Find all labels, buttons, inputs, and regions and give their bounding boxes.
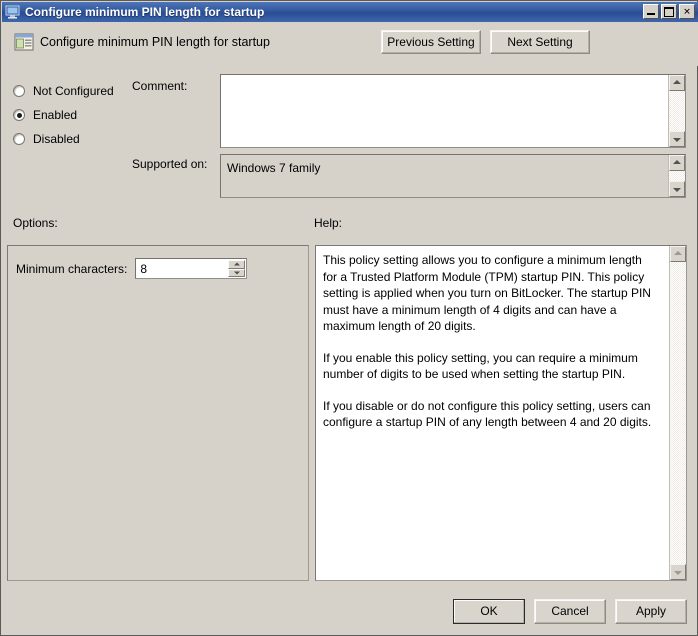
supported-on-scrollbar[interactable] [668, 155, 685, 197]
scroll-down-icon[interactable] [670, 564, 686, 580]
ok-button[interactable]: OK [453, 599, 525, 624]
options-label: Options: [13, 216, 58, 230]
scroll-up-icon[interactable] [670, 246, 686, 262]
computer-policy-icon [5, 5, 21, 20]
help-panel: This policy setting allows you to config… [315, 245, 687, 581]
dialog-footer: OK Cancel Apply [453, 599, 687, 624]
help-text: This policy setting allows you to config… [323, 252, 659, 431]
radio-label: Not Configured [33, 84, 114, 98]
maximize-button[interactable] [661, 4, 677, 19]
minimum-characters-row: Minimum characters: 8 [16, 258, 248, 279]
radio-label: Enabled [33, 108, 78, 122]
scroll-up-icon[interactable] [669, 155, 685, 171]
stepper-up-icon[interactable] [228, 260, 246, 269]
supported-on-label: Supported on: [132, 157, 208, 171]
stepper-buttons [228, 260, 246, 277]
radio-label: Disabled [33, 132, 80, 146]
close-icon[interactable]: ✕ [679, 4, 695, 19]
setting-navigation: Previous Setting Next Setting [381, 30, 590, 54]
help-label: Help: [314, 216, 343, 230]
minimize-button[interactable] [643, 4, 659, 19]
window-title: Configure minimum PIN length for startup [25, 5, 265, 19]
cancel-button[interactable]: Cancel [534, 599, 606, 624]
next-setting-button[interactable]: Next Setting [490, 30, 590, 54]
dialog-header: Configure minimum PIN length for startup… [2, 22, 698, 66]
radio-indicator [13, 85, 25, 97]
apply-button[interactable]: Apply [615, 599, 687, 624]
previous-setting-button[interactable]: Previous Setting [381, 30, 481, 54]
title-bar: Configure minimum PIN length for startup… [2, 2, 698, 22]
comment-label: Comment: [132, 79, 188, 93]
comment-scrollbar[interactable] [668, 75, 685, 147]
radio-indicator-selected [13, 109, 25, 121]
policy-setting-dialog: Configure minimum PIN length for startup… [0, 0, 698, 636]
scroll-up-icon[interactable] [669, 75, 685, 91]
scroll-down-icon[interactable] [669, 131, 685, 147]
supported-on-value: Windows 7 family [227, 161, 321, 175]
supported-on-field: Windows 7 family [220, 154, 686, 198]
window-controls: ✕ [643, 4, 695, 19]
radio-enabled[interactable]: Enabled [13, 103, 114, 127]
policy-state-radio-group: Not Configured Enabled Disabled [13, 79, 114, 151]
radio-indicator [13, 133, 25, 145]
minimum-characters-stepper[interactable]: 8 [135, 258, 248, 279]
options-panel: Minimum characters: 8 [7, 245, 309, 581]
help-paragraph-1: This policy setting allows you to config… [323, 253, 651, 333]
minimum-characters-label: Minimum characters: [16, 261, 128, 276]
help-scrollbar[interactable] [669, 246, 686, 580]
scroll-down-icon[interactable] [669, 181, 685, 197]
policy-setting-icon [14, 32, 34, 52]
page-title: Configure minimum PIN length for startup [40, 35, 270, 49]
radio-not-configured[interactable]: Not Configured [13, 79, 114, 103]
help-paragraph-2: If you enable this policy setting, you c… [323, 350, 638, 382]
comment-field[interactable] [220, 74, 686, 148]
help-paragraph-3: If you disable or do not configure this … [323, 398, 652, 430]
radio-disabled[interactable]: Disabled [13, 127, 114, 151]
stepper-down-icon[interactable] [228, 268, 246, 277]
